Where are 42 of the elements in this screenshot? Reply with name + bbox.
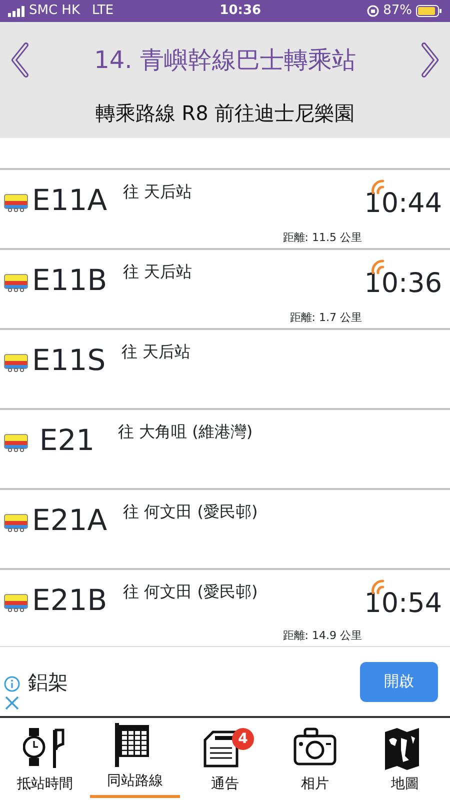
distance-text: 距離: 11.5 公里: [282, 230, 362, 246]
route-subtitle: 轉乘路線 R8 前往迪士尼樂園: [95, 100, 355, 127]
route-destination: 往 何文田 (愛民邨): [123, 581, 259, 603]
tab-button[interactable]: 抵站時間: [0, 726, 90, 798]
arrival-time: 10:54: [364, 590, 442, 617]
bus-icon: [4, 194, 28, 212]
route-number: E21B: [32, 586, 108, 615]
distance-text: 距離: 1.7 公里: [290, 310, 362, 326]
tab-button[interactable]: 同站路線: [90, 723, 180, 798]
route-destination: 往 大角咀 (維港灣): [118, 421, 254, 443]
station-title: 14. 青嶼幹線巴士轉乘站: [94, 45, 356, 76]
route-number: E11B: [32, 266, 108, 295]
route-number: E21A: [32, 506, 108, 535]
badge-count: 4: [232, 728, 254, 750]
tab-button[interactable]: 通告 4: [180, 726, 270, 798]
tab-button[interactable]: 相片: [270, 726, 360, 798]
tab-button[interactable]: 地圖: [360, 726, 450, 798]
ad-text: 鋁架: [28, 668, 69, 696]
signal-icon: [8, 6, 25, 16]
route-destination: 往 天后站: [123, 181, 194, 203]
route-destination: 往 天后站: [122, 341, 192, 363]
rotation-lock-icon: [367, 5, 380, 17]
carrier-name: SMC HK: [29, 2, 80, 20]
arrival-time: 10:44: [364, 190, 442, 217]
battery-percent: 87%: [383, 2, 412, 20]
info-icon: [4, 676, 20, 692]
distance-text: 距離: 14.9 公里: [282, 628, 362, 644]
route-destination: 往 何文田 (愛民邨): [123, 501, 259, 523]
bus-icon: [4, 514, 28, 532]
bus-icon: [4, 274, 28, 292]
close-icon[interactable]: [5, 696, 19, 710]
bus-icon: [4, 434, 28, 452]
bus-icon: [4, 354, 28, 372]
route-number: E11A: [32, 186, 108, 215]
route-destination: 往 天后站: [123, 261, 194, 283]
route-number: E11S: [32, 346, 106, 375]
route-number: E21: [38, 426, 96, 455]
network-type: LTE: [92, 2, 114, 20]
bus-icon: [4, 594, 28, 612]
arrival-time: 10:36: [364, 270, 442, 297]
battery-icon: [416, 5, 442, 17]
clock-time: 10:36: [220, 2, 262, 20]
